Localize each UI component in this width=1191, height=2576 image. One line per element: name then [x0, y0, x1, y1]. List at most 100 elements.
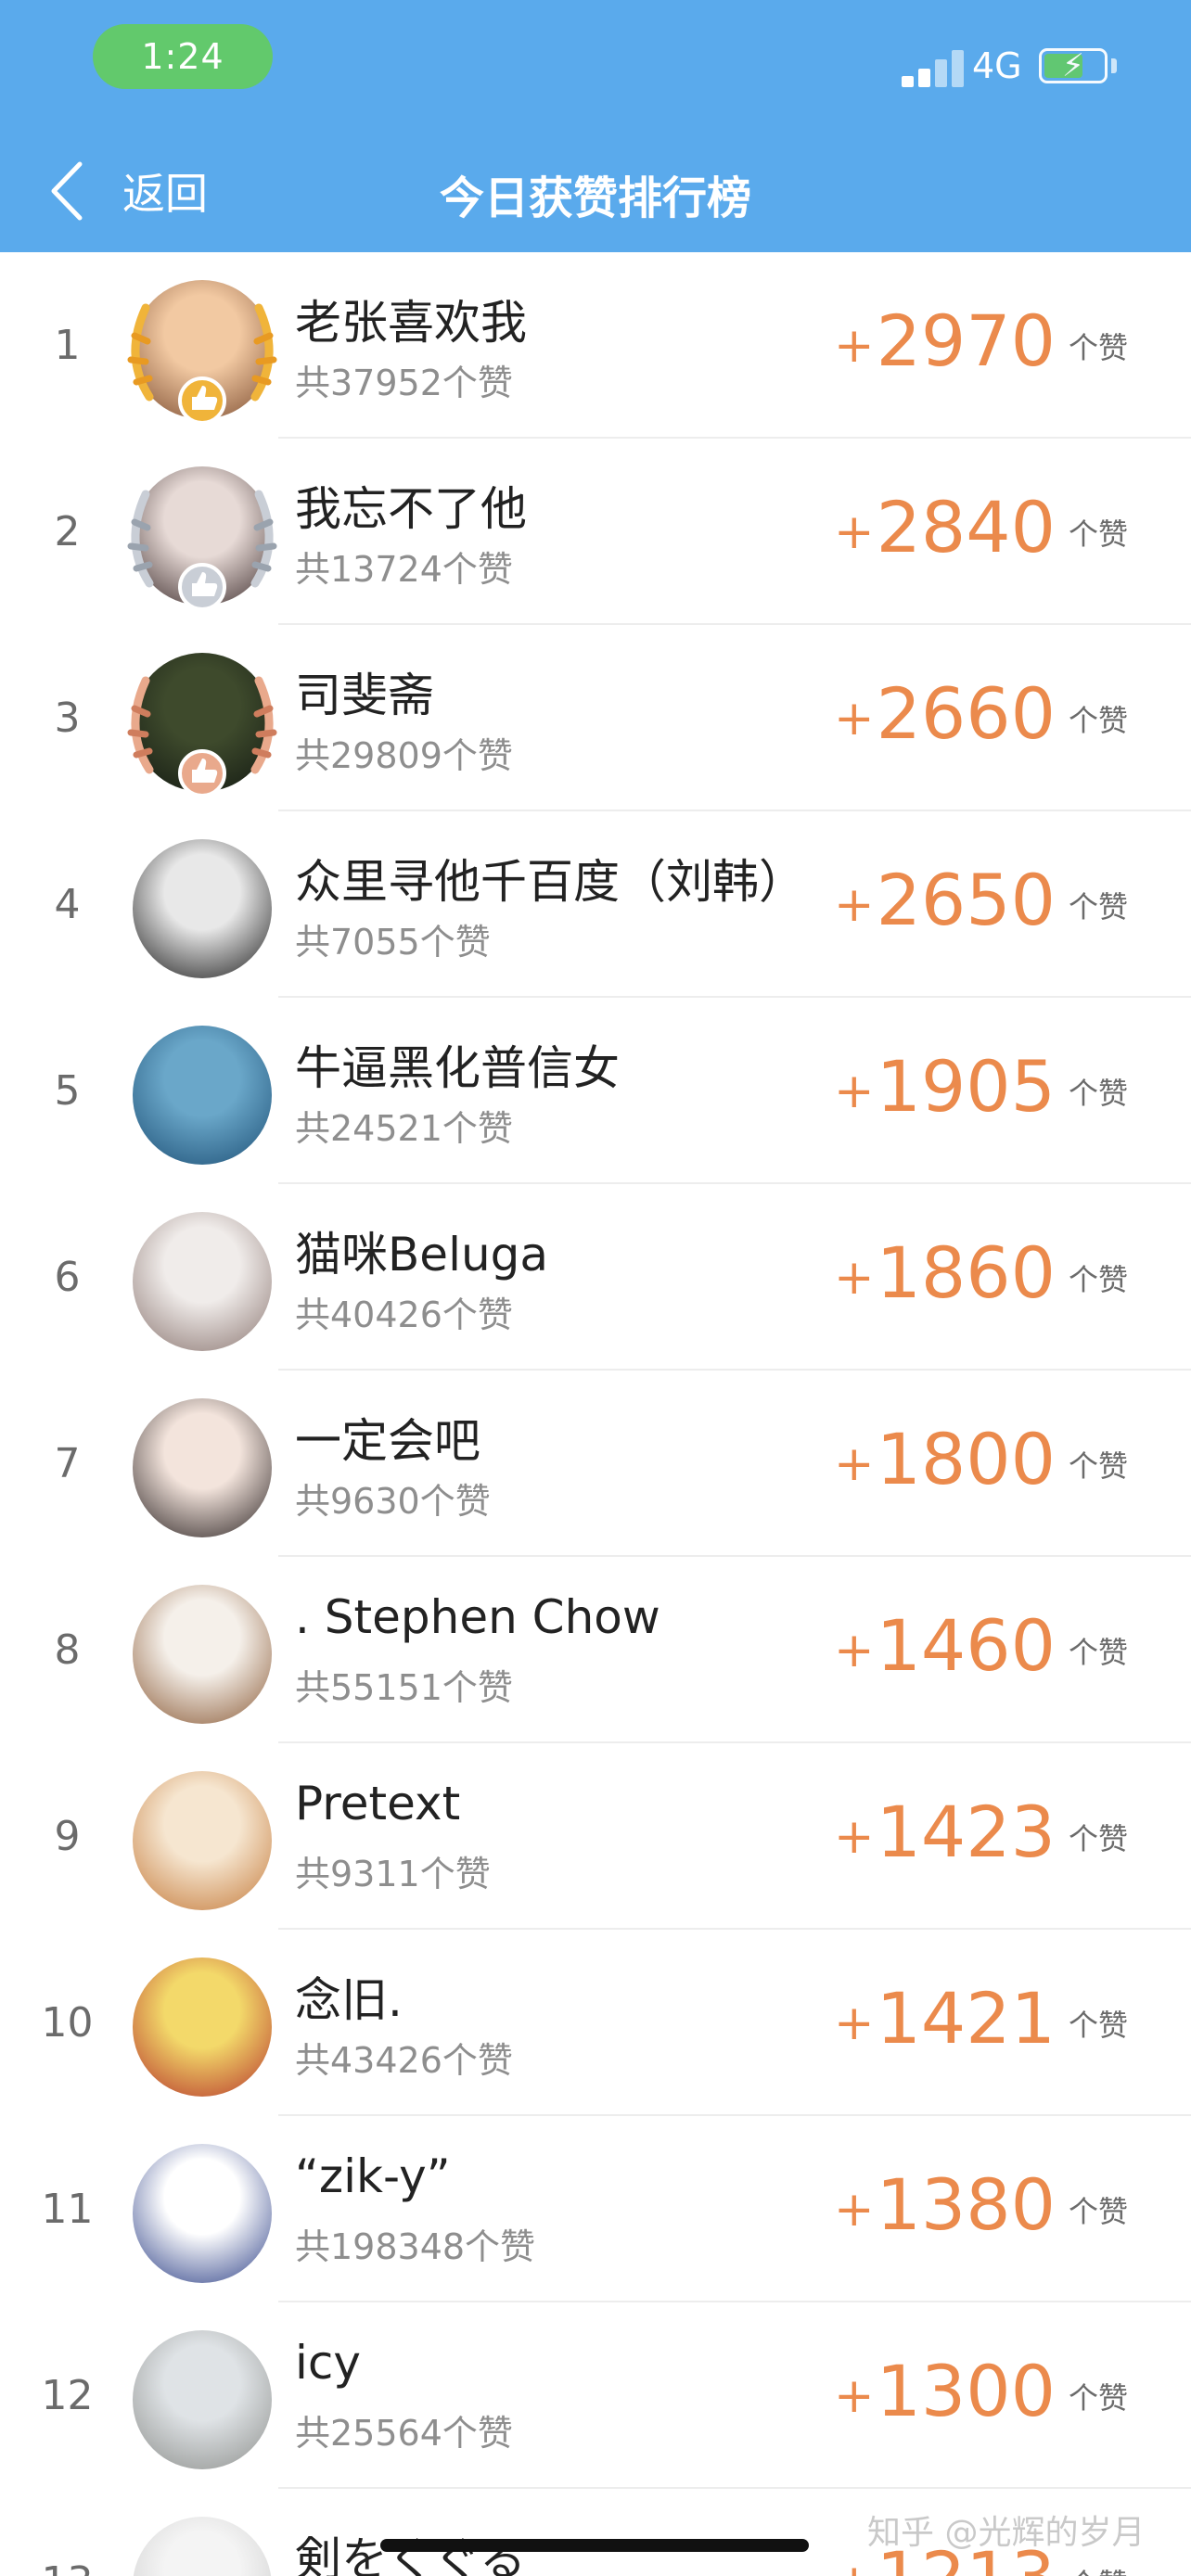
likes-unit: 个赞 [1069, 1635, 1129, 1670]
rank-number: 8 [54, 1626, 81, 1674]
plus-sign: + [834, 318, 875, 374]
total-likes: 共37952个赞 [295, 363, 513, 403]
user-name[interactable]: 司斐斋 [295, 658, 434, 725]
user-name[interactable]: Pretext [295, 1777, 460, 1830]
user-avatar[interactable] [133, 1958, 272, 2097]
ranking-row[interactable]: 1 老张喜欢我共37952个赞 +2970 个赞 [0, 252, 1191, 439]
ranking-row[interactable]: 11 “zik-y” 共198348个赞 +1380 个赞 [0, 2116, 1191, 2302]
total-likes: 共43426个赞 [295, 2040, 513, 2081]
page-title: 今日获赞排行榜 [439, 172, 751, 224]
total-likes: 共24521个赞 [295, 1108, 513, 1149]
user-name[interactable]: 我忘不了他 [295, 472, 527, 539]
plus-sign: + [834, 1436, 875, 1492]
plus-sign: + [834, 2368, 875, 2424]
today-likes: +1800 [834, 1413, 1056, 1511]
nav-bar: 返回 今日获赞排行榜 [0, 139, 1191, 241]
ranking-row[interactable]: 7 一定会吧 共9630个赞 +1800 个赞 [0, 1371, 1191, 1557]
user-avatar[interactable] [133, 653, 272, 792]
status-bar: 1:24 4G ⚡ [0, 0, 1191, 111]
today-likes-value: 2840 [876, 486, 1056, 568]
likes-unit: 个赞 [1069, 516, 1129, 552]
rank-number: 4 [54, 881, 81, 928]
rank-number: 3 [54, 695, 81, 742]
today-likes-value: 1300 [876, 2350, 1056, 2432]
user-avatar[interactable] [133, 1771, 272, 1910]
today-likes: +1860 [834, 1227, 1056, 1324]
ranking-row[interactable]: 10 念旧. 共43426个赞 +1421 个赞 [0, 1930, 1191, 2116]
user-avatar[interactable] [133, 2517, 272, 2576]
network-type: 4G [972, 45, 1022, 86]
rank-number: 1 [54, 322, 81, 369]
user-avatar[interactable] [133, 1212, 272, 1351]
today-likes-value: 1800 [876, 1418, 1056, 1500]
ranking-row[interactable]: 6 猫咪Beluga 共40426个赞 +1860 个赞 [0, 1184, 1191, 1371]
likes-unit: 个赞 [1069, 703, 1129, 738]
likes-unit: 个赞 [1069, 2380, 1129, 2416]
rank-number: 7 [54, 1440, 81, 1487]
ranking-row[interactable]: 4 众里寻他千百度（刘韩） 共7055个赞 +2650 个赞 [0, 811, 1191, 998]
rank-number: 9 [54, 1813, 81, 1860]
ranking-row[interactable]: 9 Pretext 共9311个赞 +1423 个赞 [0, 1743, 1191, 1930]
battery-tip [1111, 58, 1117, 73]
user-avatar[interactable] [133, 1585, 272, 1724]
user-avatar[interactable] [133, 1398, 272, 1537]
status-time: 1:24 [93, 24, 273, 89]
likes-unit: 个赞 [1069, 2008, 1129, 2043]
home-indicator[interactable] [380, 2539, 809, 2552]
today-likes: +1905 [834, 1040, 1056, 1138]
total-likes: 共29809个赞 [295, 735, 513, 776]
likes-unit: 个赞 [1069, 330, 1129, 365]
today-likes: +2970 [834, 295, 1056, 392]
likes-unit: 个赞 [1069, 1448, 1129, 1484]
likes-unit: 个赞 [1069, 2561, 1128, 2576]
plus-sign: + [834, 2182, 875, 2238]
user-avatar[interactable] [133, 280, 272, 419]
user-name[interactable]: . Stephen Chow [295, 1590, 660, 1644]
user-name[interactable]: icy [295, 2336, 361, 2390]
rank-number: 10 [41, 1999, 94, 2047]
likes-unit: 个赞 [1069, 1262, 1129, 1297]
ranking-row[interactable]: 3 司斐斋共29809个赞 +2660 个赞 [0, 625, 1191, 811]
rank-number: 12 [41, 2372, 94, 2419]
ranking-row[interactable]: 2 我忘不了他 共13724个赞 +2840 个赞 [0, 439, 1191, 625]
total-likes: 共40426个赞 [295, 1294, 513, 1335]
today-likes-value: 1460 [876, 1604, 1056, 1687]
user-avatar[interactable] [133, 2330, 272, 2469]
today-likes-value: 1860 [876, 1231, 1056, 1314]
total-likes: 共55151个赞 [295, 1667, 513, 1708]
ranking-row[interactable]: 8 . Stephen Chow 共55151个赞 +1460 个赞 [0, 1557, 1191, 1743]
today-likes: +1300 [834, 2345, 1056, 2442]
today-likes: +1380 [834, 2159, 1056, 2256]
ranking-row[interactable]: 5 牛逼黑化普信女 共24521个赞 +1905 个赞 [0, 998, 1191, 1184]
today-likes-value: 2660 [876, 672, 1056, 755]
user-name[interactable]: “zik-y” [295, 2149, 451, 2203]
likes-unit: 个赞 [1069, 1821, 1129, 1856]
header: 1:24 4G ⚡ 返回 今日获赞排行榜 [0, 0, 1191, 252]
today-likes: +2660 [834, 668, 1056, 765]
user-name[interactable]: 一定会吧 [295, 1404, 480, 1471]
total-likes: 共13724个赞 [295, 549, 513, 590]
today-likes-value: 2650 [876, 859, 1056, 941]
rank-number: 2 [54, 508, 81, 555]
user-avatar[interactable] [133, 466, 272, 606]
plus-sign: + [834, 1996, 875, 2051]
plus-sign: + [834, 1809, 875, 1865]
user-name[interactable]: 牛逼黑化普信女 [295, 1031, 620, 1098]
today-likes: +1421 [834, 1972, 1056, 2070]
cellular-signal-icon [902, 46, 967, 87]
user-avatar[interactable] [133, 839, 272, 978]
rank-number: 11 [41, 2186, 94, 2233]
ranking-row[interactable]: 12 icy 共25564个赞 +1300 个赞 [0, 2302, 1191, 2489]
total-likes: 共7055个赞 [295, 922, 491, 963]
today-likes: +1423 [834, 1786, 1056, 1883]
user-name[interactable]: 老张喜欢我 [295, 286, 527, 352]
total-likes: 共198348个赞 [295, 2226, 536, 2267]
rank-number: 6 [54, 1254, 81, 1301]
plus-sign: + [834, 1250, 875, 1306]
user-name[interactable]: 猫咪Beluga [295, 1218, 548, 1284]
user-avatar[interactable] [133, 2144, 272, 2283]
user-avatar[interactable] [133, 1026, 272, 1165]
user-name[interactable]: 念旧. [295, 1963, 403, 2030]
user-name[interactable]: 众里寻他千百度（刘韩） [295, 845, 805, 912]
today-likes: +2650 [834, 854, 1056, 951]
